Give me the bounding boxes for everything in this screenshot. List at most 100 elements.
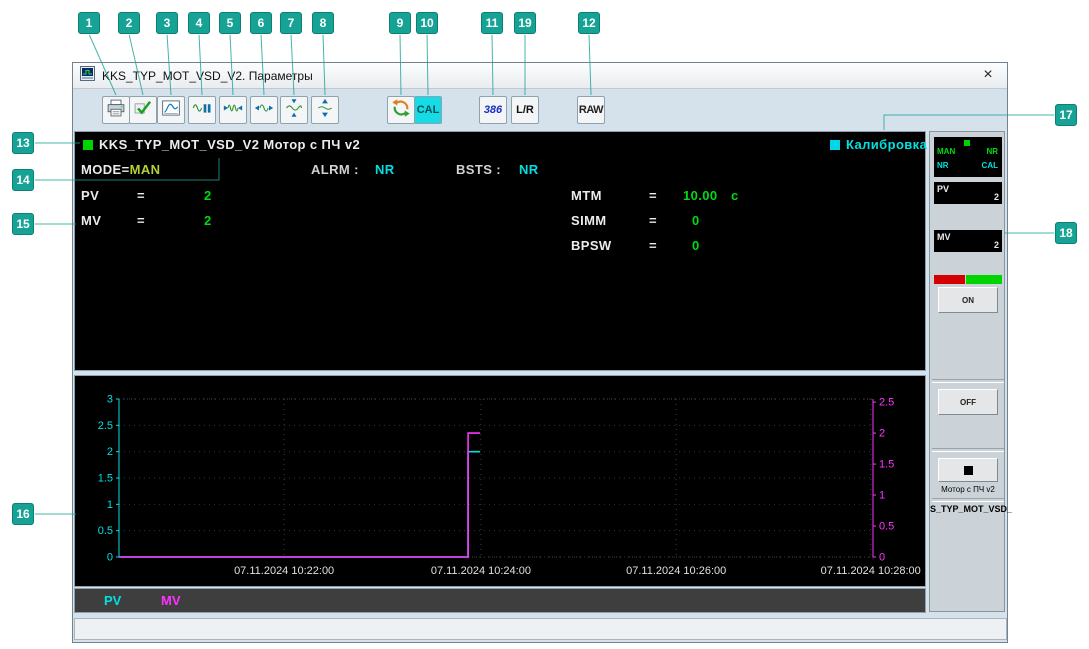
mtm-equals: = xyxy=(649,188,657,203)
faceplate-status-box: MAN NR NR CAL xyxy=(934,137,1002,177)
off-button[interactable]: OFF xyxy=(938,389,998,415)
tag-title: KKS_TYP_MOT_VSD_V2 Мотор с ПЧ v2 xyxy=(99,137,361,152)
svg-text:3: 3 xyxy=(107,394,113,406)
color-settings-button[interactable] xyxy=(387,96,415,124)
app-icon xyxy=(80,65,95,86)
faceplate-motor-label: Мотор с ПЧ v2 xyxy=(941,485,995,494)
callout-badge-5: 5 xyxy=(219,12,241,34)
callout-badge-4: 4 xyxy=(188,12,210,34)
raw-button[interactable]: RAW xyxy=(577,96,605,124)
callout-badge-14: 14 xyxy=(12,169,34,191)
faceplate-cal: CAL xyxy=(981,161,998,170)
faceplate-mv-label: MV xyxy=(937,232,951,242)
wave-compress-horizontal-icon xyxy=(223,98,243,123)
callout-badge-13: 13 xyxy=(12,132,34,154)
callout-badge-17: 17 xyxy=(1055,104,1077,126)
compress-scale-button[interactable] xyxy=(280,96,308,124)
faceplate-divider-2 xyxy=(932,448,1004,452)
faceplate-run-dot xyxy=(964,140,970,146)
pv-value: 2 xyxy=(204,188,212,203)
svg-text:2: 2 xyxy=(879,428,885,440)
screenshot-canvas: KKS_TYP_MOT_VSD_V2. Параметры × CAL 386 … xyxy=(0,0,1089,649)
callout-badge-8: 8 xyxy=(312,12,334,34)
callout-badge-19: 19 xyxy=(514,12,536,34)
svg-text:07.11.2024 10:22:00: 07.11.2024 10:22:00 xyxy=(234,565,334,577)
svg-text:0: 0 xyxy=(879,552,885,564)
stop-square-icon xyxy=(963,465,973,475)
svg-text:1: 1 xyxy=(107,499,113,511)
callout-badge-7: 7 xyxy=(280,12,302,34)
printer-icon xyxy=(106,98,126,123)
legend-mv: MV xyxy=(161,593,181,608)
refresh-colors-icon xyxy=(391,98,411,123)
simm-label: SIMM xyxy=(571,213,607,228)
print-button[interactable] xyxy=(102,96,130,124)
compress-time-button[interactable] xyxy=(219,96,247,124)
trend-chart[interactable]: 0 0.5 1 1.5 2 2.5 3 0 0.5 1 1.5 2 2.5 07.11.2024 10:2… xyxy=(74,375,926,587)
callout-badge-3: 3 xyxy=(156,12,178,34)
bpsw-label: BPSW xyxy=(571,238,612,253)
run-bar-green xyxy=(966,275,1002,284)
calibration-indicator-square xyxy=(830,140,840,150)
local-remote-button[interactable]: L/R xyxy=(511,96,539,124)
expand-time-button[interactable] xyxy=(250,96,278,124)
callout-badge-16: 16 xyxy=(12,503,34,525)
faceplate-bsts: NR xyxy=(937,161,949,170)
bsts-label: BSTS : xyxy=(456,162,502,177)
parameters-panel: KKS_TYP_MOT_VSD_V2 Мотор с ПЧ v2 Калибро… xyxy=(74,131,928,371)
expand-scale-button[interactable] xyxy=(311,96,339,124)
legend-pv: PV xyxy=(104,593,122,608)
svg-text:1.5: 1.5 xyxy=(98,473,113,485)
faceplate-mv-box: MV 2 xyxy=(934,230,1002,252)
svg-text:07.11.2024 10:26:00: 07.11.2024 10:26:00 xyxy=(626,565,726,577)
confirm-button[interactable] xyxy=(129,96,157,124)
callout-badge-1: 1 xyxy=(78,12,100,34)
svg-text:0.5: 0.5 xyxy=(879,521,894,533)
svg-text:1: 1 xyxy=(879,490,885,502)
mtm-unit: c xyxy=(731,188,739,203)
calibration-label: Калибровка xyxy=(846,137,928,152)
callout-badge-18: 18 xyxy=(1055,222,1077,244)
checkmark-icon xyxy=(133,98,153,123)
callout-badge-11: 11 xyxy=(481,12,503,34)
bpsw-equals: = xyxy=(649,238,657,253)
faceplate-panel: MAN NR NR CAL PV 2 MV 2 ON OFF Мотор с П… xyxy=(929,131,1012,612)
pv-equals: = xyxy=(137,188,145,203)
simm-value: 0 xyxy=(692,213,700,228)
alrm-value: NR xyxy=(375,162,395,177)
svg-text:2.5: 2.5 xyxy=(98,420,113,432)
faceplate-divider-3 xyxy=(932,498,1004,502)
bpsw-value: 0 xyxy=(692,238,700,253)
svg-text:1.5: 1.5 xyxy=(879,459,894,471)
faceplate-divider-1 xyxy=(932,379,1004,383)
svg-text:2.5: 2.5 xyxy=(879,397,894,409)
pause-trend-button[interactable] xyxy=(188,96,216,124)
status-indicator-square xyxy=(83,140,93,150)
faceplate-pv-box: PV 2 xyxy=(934,182,1002,204)
faceplate-mv-value: 2 xyxy=(993,240,999,250)
close-button[interactable]: × xyxy=(977,65,999,85)
callout-badge-6: 6 xyxy=(250,12,272,34)
mtm-value: 10.00 xyxy=(683,188,718,203)
mv-value: 2 xyxy=(204,213,212,228)
wave-expand-vertical-icon xyxy=(315,98,335,123)
mode-label: MODE= xyxy=(81,162,130,177)
trend-snapshot-button[interactable] xyxy=(157,96,185,124)
chart-image-icon xyxy=(161,98,181,123)
mtm-label: MTM xyxy=(571,188,602,203)
svg-text:0: 0 xyxy=(107,552,113,564)
wave-compress-vertical-icon xyxy=(284,98,304,123)
status-bar xyxy=(74,618,1007,640)
callout-badge-2: 2 xyxy=(118,12,140,34)
callout-badge-10: 10 xyxy=(416,12,438,34)
386-button[interactable]: 386 xyxy=(479,96,507,124)
window-titlebar[interactable]: KKS_TYP_MOT_VSD_V2. Параметры × xyxy=(73,63,1007,89)
mode-row: MODE=MAN xyxy=(81,162,160,177)
wave-expand-horizontal-icon xyxy=(254,98,274,123)
faceplate-pv-value: 2 xyxy=(993,192,999,202)
stop-button[interactable] xyxy=(938,458,998,482)
callout-badge-15: 15 xyxy=(12,213,34,235)
on-button[interactable]: ON xyxy=(938,287,998,313)
alrm-label: ALRM : xyxy=(311,162,359,177)
calibration-button[interactable]: CAL xyxy=(414,96,442,124)
